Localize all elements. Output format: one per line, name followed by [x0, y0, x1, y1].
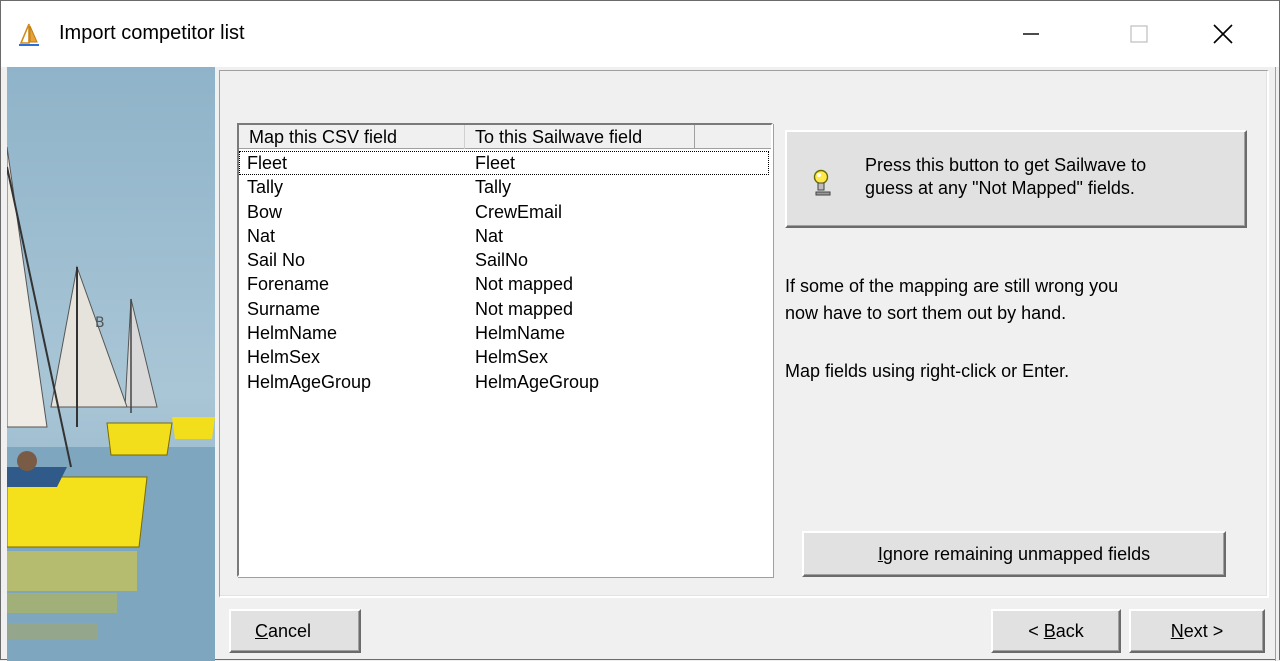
sailwave-field-cell: Nat — [475, 225, 504, 246]
list-row[interactable]: Nat Nat — [239, 224, 771, 248]
sailwave-field-cell: Not mapped — [475, 298, 574, 319]
list-row[interactable]: HelmAgeGroup HelmAgeGroup — [239, 370, 771, 394]
back-button-label: ack — [1055, 620, 1084, 641]
ignore-button-label: gnore remaining unmapped fields — [882, 543, 1151, 564]
sailboat-app-icon — [19, 23, 39, 46]
next-button[interactable]: Next > — [1129, 609, 1265, 653]
title-bar: Import competitor list — [1, 1, 1279, 67]
list-row[interactable]: Sail No SailNo — [239, 248, 771, 272]
minimize-button[interactable] — [1001, 1, 1061, 67]
import-competitor-dialog: Import competitor list B Map this CSV fi… — [0, 0, 1280, 661]
ignore-unmapped-button[interactable]: Ignore remaining unmapped fields — [802, 531, 1226, 577]
instruction-line-1: If some of the mapping are still wrong y… — [785, 276, 1119, 296]
sailwave-field-cell: CrewEmail — [475, 201, 563, 222]
list-row[interactable]: Fleet Fleet — [239, 151, 769, 176]
sailwave-field-cell: HelmSex — [475, 347, 549, 368]
csv-field-cell: Nat — [247, 225, 276, 246]
csv-field-cell: HelmSex — [247, 347, 321, 368]
sailing-photo: B — [7, 67, 215, 661]
sailwave-field-cell: Tally — [475, 177, 512, 198]
close-icon — [1213, 24, 1233, 44]
column-header-csv-field[interactable]: Map this CSV field — [239, 125, 465, 149]
sailwave-field-cell: Fleet — [475, 153, 516, 173]
back-button-accel: B — [1043, 620, 1056, 641]
csv-field-cell: Surname — [247, 298, 321, 319]
guess-mapping-button[interactable]: Press this button to get Sailwave to gue… — [785, 130, 1247, 228]
mapping-hint-text: Map fields using right-click or Enter. — [785, 361, 1070, 381]
sailwave-field-cell: SailNo — [475, 250, 529, 271]
list-header: Map this CSV field To this Sailwave fiel… — [239, 125, 771, 149]
csv-field-cell: Fleet — [247, 153, 288, 173]
csv-field-cell: Bow — [247, 201, 283, 222]
maximize-button[interactable] — [1109, 1, 1169, 67]
minimize-icon — [1023, 33, 1039, 35]
guess-button-label: Press this button to get Sailwave to gue… — [865, 154, 1235, 200]
instruction-text: If some of the mapping are still wrong y… — [785, 273, 1245, 327]
lightbulb-icon — [813, 169, 831, 196]
sailwave-field-cell: Not mapped — [475, 274, 574, 295]
csv-field-cell: Tally — [247, 177, 284, 198]
cancel-button-label: ancel — [268, 620, 312, 641]
csv-field-cell: HelmAgeGroup — [247, 371, 372, 392]
guess-button-line-1: Press this button to get Sailwave to — [865, 155, 1147, 175]
next-button-label: ext > — [1183, 620, 1224, 641]
next-button-accel: N — [1170, 620, 1184, 641]
list-row[interactable]: Bow CrewEmail — [239, 200, 771, 224]
cancel-button[interactable]: Cancel — [229, 609, 361, 653]
csv-field-cell: HelmName — [247, 323, 338, 344]
back-button[interactable]: < Back — [991, 609, 1121, 653]
window-title: Import competitor list — [59, 22, 245, 44]
list-row[interactable]: HelmSex HelmSex — [239, 345, 771, 369]
back-button-prefix: < — [1028, 620, 1044, 641]
csv-field-cell: Sail No — [247, 250, 306, 271]
right-edge — [1275, 67, 1279, 661]
list-body: Fleet Fleet Tally Tally Bow CrewEmail Na… — [239, 151, 771, 394]
instruction-line-2: now have to sort them out by hand. — [785, 303, 1067, 323]
list-row[interactable]: Surname Not mapped — [239, 297, 771, 321]
list-row[interactable]: HelmName HelmName — [239, 321, 771, 345]
csv-field-cell: Forename — [247, 274, 330, 295]
field-mapping-list[interactable]: Map this CSV field To this Sailwave fiel… — [237, 123, 773, 577]
list-row[interactable]: Forename Not mapped — [239, 272, 771, 296]
svg-text:B: B — [95, 315, 105, 331]
column-header-sailwave-field[interactable]: To this Sailwave field — [465, 125, 695, 149]
maximize-icon — [1130, 25, 1148, 43]
sailwave-field-cell: HelmAgeGroup — [475, 371, 600, 392]
sailwave-field-cell: HelmName — [475, 323, 566, 344]
close-button[interactable] — [1193, 1, 1253, 67]
cancel-button-accel: C — [255, 620, 268, 641]
guess-button-line-2: guess at any "Not Mapped" fields. — [865, 178, 1135, 198]
list-row[interactable]: Tally Tally — [239, 175, 771, 199]
